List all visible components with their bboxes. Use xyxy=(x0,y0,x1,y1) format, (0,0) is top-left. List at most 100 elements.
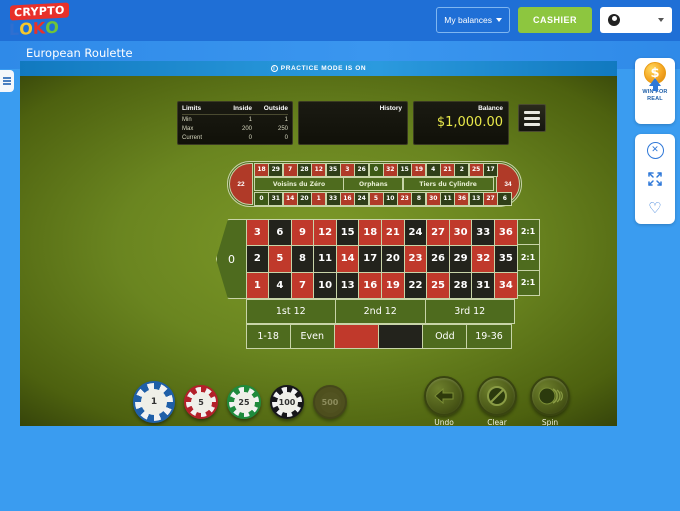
racetrack-cell-18[interactable]: 18 xyxy=(254,162,269,177)
bet-cell-5[interactable]: 5 xyxy=(268,245,292,273)
bet-cell-6[interactable]: 6 xyxy=(268,218,292,247)
cashier-button[interactable]: CASHIER xyxy=(518,7,592,33)
racetrack-cell-25[interactable]: 25 xyxy=(468,162,484,177)
racetrack-cell-4[interactable]: 4 xyxy=(425,162,441,177)
racetrack-cell-28[interactable]: 28 xyxy=(296,162,312,177)
spin-button[interactable]: Spin xyxy=(530,376,570,426)
racetrack-cell-11[interactable]: 11 xyxy=(440,191,456,206)
racetrack-cell-26[interactable]: 26 xyxy=(354,162,370,177)
bet-cell-7[interactable]: 7 xyxy=(290,271,315,300)
bet-cell-21[interactable]: 21 xyxy=(381,218,405,247)
bet-cell-18[interactable]: 18 xyxy=(358,218,383,247)
racetrack-cell-13[interactable]: 13 xyxy=(468,191,484,206)
even-money-bet-odd[interactable]: Odd xyxy=(422,323,468,349)
bet-cell-14[interactable]: 14 xyxy=(335,245,360,273)
bet-cell-zero[interactable]: 0 xyxy=(216,219,246,299)
my-balances-dropdown[interactable]: My balances xyxy=(436,7,510,33)
bet-cell-22[interactable]: 22 xyxy=(403,271,428,300)
bet-cell-20[interactable]: 20 xyxy=(381,245,405,273)
bet-cell-32[interactable]: 32 xyxy=(471,245,496,273)
even-money-bet-black[interactable] xyxy=(378,323,424,349)
chip-1[interactable]: 1 xyxy=(133,381,175,423)
racetrack-cell-19[interactable]: 19 xyxy=(411,162,427,177)
chip-100[interactable]: 100 xyxy=(270,385,304,419)
bet-cell-1[interactable]: 1 xyxy=(245,271,270,300)
bet-cell-25[interactable]: 25 xyxy=(426,271,450,300)
dozen-bet[interactable]: 3rd 12 xyxy=(424,298,515,324)
racetrack-zone[interactable]: Orphans xyxy=(343,177,404,191)
racetrack-cell-0[interactable]: 0 xyxy=(254,191,269,206)
racetrack-cell-23[interactable]: 23 xyxy=(397,191,413,206)
racetrack-cell-15[interactable]: 15 xyxy=(397,162,413,177)
bet-cell-27[interactable]: 27 xyxy=(426,218,450,247)
racetrack-cell-2[interactable]: 2 xyxy=(454,162,470,177)
racetrack-cell-16[interactable]: 16 xyxy=(339,191,355,206)
favorite-button[interactable]: ♡ xyxy=(646,199,664,217)
chip-25[interactable]: 25 xyxy=(227,385,261,419)
bet-cell-35[interactable]: 35 xyxy=(494,245,518,273)
undo-button[interactable]: Undo xyxy=(424,376,464,426)
bet-cell-16[interactable]: 16 xyxy=(358,271,383,300)
racetrack-cell-1[interactable]: 1 xyxy=(311,191,327,206)
even-money-bet-1-18[interactable]: 1-18 xyxy=(245,323,291,349)
even-money-bet-red[interactable] xyxy=(333,323,380,349)
close-button[interactable]: ✕ xyxy=(646,141,664,159)
bet-cell-30[interactable]: 30 xyxy=(448,218,473,247)
bet-cell-17[interactable]: 17 xyxy=(358,245,383,273)
bet-cell-19[interactable]: 19 xyxy=(381,271,405,300)
column-bet-2[interactable]: 2:1 xyxy=(516,244,540,271)
racetrack-zone[interactable]: Tiers du Cylindre xyxy=(402,177,494,191)
column-bet-3[interactable]: 2:1 xyxy=(516,269,540,297)
racetrack-cell-7[interactable]: 7 xyxy=(282,162,298,177)
racetrack-cell-21[interactable]: 21 xyxy=(440,162,456,177)
column-bet-1[interactable]: 2:1 xyxy=(516,218,540,246)
sidebar-toggle-tab[interactable] xyxy=(0,70,14,92)
bet-cell-26[interactable]: 26 xyxy=(426,245,450,273)
dozen-bet[interactable]: 2nd 12 xyxy=(335,298,426,324)
racetrack-cell-14[interactable]: 14 xyxy=(282,191,298,206)
racetrack-cell-10[interactable]: 10 xyxy=(382,191,398,206)
bet-cell-12[interactable]: 12 xyxy=(313,218,337,247)
fullscreen-button[interactable] xyxy=(646,170,664,188)
racetrack-cell-17[interactable]: 17 xyxy=(483,162,498,177)
bet-cell-23[interactable]: 23 xyxy=(403,245,428,273)
racetrack-cell-27[interactable]: 27 xyxy=(483,191,498,206)
racetrack-cell-6[interactable]: 6 xyxy=(497,191,513,206)
racetrack-cell-8[interactable]: 8 xyxy=(411,191,427,206)
chip-500[interactable]: 500 xyxy=(313,385,347,419)
racetrack-cell-20[interactable]: 20 xyxy=(296,191,312,206)
even-money-bet-19-36[interactable]: 19-36 xyxy=(466,323,512,349)
bet-cell-28[interactable]: 28 xyxy=(448,271,473,300)
chip-5[interactable]: 5 xyxy=(184,385,218,419)
bet-cell-9[interactable]: 9 xyxy=(290,218,315,247)
bet-cell-13[interactable]: 13 xyxy=(335,271,360,300)
bet-cell-34[interactable]: 34 xyxy=(494,271,518,300)
bet-cell-33[interactable]: 33 xyxy=(471,218,496,247)
game-menu-button[interactable] xyxy=(518,104,546,132)
racetrack-cell-24[interactable]: 24 xyxy=(354,191,370,206)
account-menu[interactable] xyxy=(600,7,672,33)
racetrack-cell-31[interactable]: 31 xyxy=(268,191,284,206)
bet-cell-15[interactable]: 15 xyxy=(335,218,360,247)
racetrack-cell-33[interactable]: 33 xyxy=(325,191,341,206)
bet-cell-2[interactable]: 2 xyxy=(245,245,270,273)
dozen-bet[interactable]: 1st 12 xyxy=(245,298,336,324)
bet-cell-4[interactable]: 4 xyxy=(268,271,292,300)
bet-cell-29[interactable]: 29 xyxy=(448,245,473,273)
racetrack-cell-30[interactable]: 30 xyxy=(425,191,441,206)
racetrack-cell-12[interactable]: 12 xyxy=(311,162,327,177)
bet-cell-11[interactable]: 11 xyxy=(313,245,337,273)
bet-cell-24[interactable]: 24 xyxy=(403,218,428,247)
racetrack-cell-36[interactable]: 36 xyxy=(454,191,470,206)
racetrack-cell-0[interactable]: 0 xyxy=(368,162,384,177)
racetrack-cell-3[interactable]: 3 xyxy=(339,162,355,177)
history-panel[interactable]: History xyxy=(298,101,408,145)
even-money-bet-even[interactable]: Even xyxy=(289,323,335,349)
bet-cell-8[interactable]: 8 xyxy=(290,245,315,273)
racetrack-cell-5[interactable]: 5 xyxy=(368,191,384,206)
bet-cell-3[interactable]: 3 xyxy=(245,218,270,247)
clear-button[interactable]: Clear xyxy=(477,376,517,426)
bet-cell-36[interactable]: 36 xyxy=(494,218,518,247)
win-for-real-button[interactable]: $ WIN FOR REAL xyxy=(635,58,675,124)
crypto-loko-logo[interactable]: CRYPTO LOKO xyxy=(8,2,78,40)
